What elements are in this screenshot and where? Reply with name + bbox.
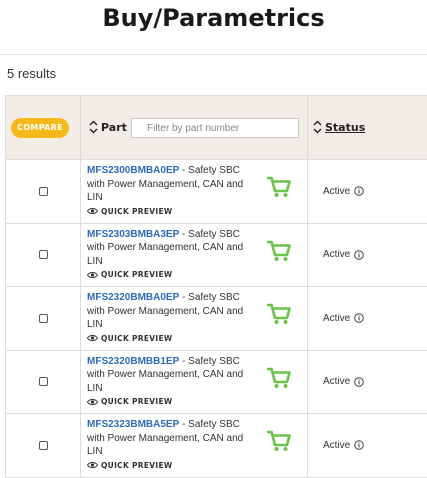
part-cell: MFS2320BMBB1EP - Safety SBC with Power M… <box>81 350 308 413</box>
table-row: MFS2300BMBA0EP - Safety SBC with Power M… <box>6 160 427 224</box>
results-count: 5 results <box>7 66 57 81</box>
status-value: Active <box>323 376 351 388</box>
part-cell: MFS2323BMBA5EP - Safety SBC with Power M… <box>81 414 308 477</box>
row-select-cell <box>6 350 81 413</box>
info-icon[interactable] <box>354 186 365 197</box>
row-checkbox[interactable] <box>38 377 48 387</box>
status-value: Active <box>323 312 351 324</box>
eye-icon <box>87 271 98 278</box>
quick-preview-label: QUICK PREVIEW <box>101 397 173 406</box>
divider <box>0 54 427 55</box>
part-filter-input[interactable] <box>131 118 299 138</box>
part-header-label: Part <box>101 120 127 134</box>
quick-preview-label: QUICK PREVIEW <box>101 460 173 470</box>
part-text: MFS2300BMBA0EP - Safety SBC with Power M… <box>87 164 249 205</box>
sort-icon <box>313 120 322 134</box>
part-cell: MFS2320BMBA0EP - Safety SBC with Power M… <box>81 287 308 350</box>
info-icon[interactable] <box>354 313 365 324</box>
status-cell: Active <box>308 414 427 477</box>
status-value: Active <box>323 185 351 197</box>
quick-preview-label: QUICK PREVIEW <box>101 270 173 279</box>
row-select-cell <box>6 287 81 350</box>
part-sort[interactable]: Part <box>89 120 127 134</box>
part-cell: MFS2300BMBA0EP - Safety SBC with Power M… <box>81 160 308 223</box>
status-value: Active <box>323 249 351 261</box>
eye-icon <box>87 334 98 342</box>
status-header-cell: Status <box>308 96 427 159</box>
status-cell: Active <box>308 160 427 223</box>
part-cell: MFS2303BMBA3EP - Safety SBC with Power M… <box>81 223 308 286</box>
quick-preview-label: QUICK PREVIEW <box>101 333 173 343</box>
sort-icon <box>89 120 98 134</box>
row-checkbox[interactable] <box>38 186 48 196</box>
part-text: MFS2320BMBA0EP - Safety SBC with Power M… <box>87 291 249 332</box>
part-number-link[interactable]: MFS2303BMBA3EP <box>87 229 179 240</box>
quick-preview-label: QUICK PREVIEW <box>101 206 173 216</box>
eye-icon <box>87 207 98 215</box>
part-number-link[interactable]: MFS2320BMBB1EP <box>87 356 179 367</box>
cart-icon[interactable] <box>267 367 291 389</box>
eye-icon <box>87 461 98 469</box>
quick-preview-link[interactable]: QUICK PREVIEW <box>87 334 307 343</box>
status-cell: Active <box>308 224 427 287</box>
info-icon[interactable] <box>354 376 365 387</box>
part-text: MFS2320BMBB1EP - Safety SBC with Power M… <box>87 355 249 396</box>
quick-preview-link[interactable]: QUICK PREVIEW <box>87 270 307 279</box>
quick-preview-link[interactable]: QUICK PREVIEW <box>87 207 307 216</box>
status-cell: Active <box>308 287 427 350</box>
part-number-link[interactable]: MFS2300BMBA0EP <box>87 165 179 176</box>
table-row: MFS2320BMBA0EP - Safety SBC with Power M… <box>6 287 427 351</box>
status-header-label: Status <box>325 120 366 134</box>
eye-icon <box>87 398 98 405</box>
page-title: Buy/Parametrics <box>102 4 325 32</box>
table-row: MFS2303BMBA3EP - Safety SBC with Power M… <box>6 223 427 287</box>
results-table: COMPARE Part Status <box>5 95 427 478</box>
cart-icon[interactable] <box>267 240 291 262</box>
status-cell: Active <box>308 351 427 414</box>
row-select-cell <box>6 160 81 223</box>
table-row: MFS2323BMBA5EP - Safety SBC with Power M… <box>6 414 427 478</box>
compare-header-cell: COMPARE <box>6 96 81 159</box>
row-select-cell <box>6 414 81 477</box>
row-checkbox[interactable] <box>38 313 48 323</box>
info-icon[interactable] <box>354 249 365 260</box>
part-text: MFS2323BMBA5EP - Safety SBC with Power M… <box>87 418 249 459</box>
row-select-cell <box>6 223 81 286</box>
info-icon[interactable] <box>354 440 365 451</box>
quick-preview-link[interactable]: QUICK PREVIEW <box>87 397 307 406</box>
table-header: COMPARE Part Status <box>6 96 427 160</box>
part-number-link[interactable]: MFS2320BMBA0EP <box>87 292 179 303</box>
cart-icon[interactable] <box>267 176 291 198</box>
table-body: MFS2300BMBA0EP - Safety SBC with Power M… <box>6 160 427 478</box>
quick-preview-link[interactable]: QUICK PREVIEW <box>87 461 307 470</box>
row-checkbox[interactable] <box>38 250 48 260</box>
part-text: MFS2303BMBA3EP - Safety SBC with Power M… <box>87 228 249 269</box>
status-value: Active <box>323 439 351 451</box>
part-number-link[interactable]: MFS2323BMBA5EP <box>87 419 179 430</box>
cart-icon[interactable] <box>267 303 291 325</box>
cart-icon[interactable] <box>267 430 291 452</box>
table-row: MFS2320BMBB1EP - Safety SBC with Power M… <box>6 350 427 414</box>
row-checkbox[interactable] <box>38 440 48 450</box>
part-header-cell: Part <box>81 96 308 159</box>
status-sort[interactable]: Status <box>313 120 365 134</box>
compare-button[interactable]: COMPARE <box>11 117 69 138</box>
